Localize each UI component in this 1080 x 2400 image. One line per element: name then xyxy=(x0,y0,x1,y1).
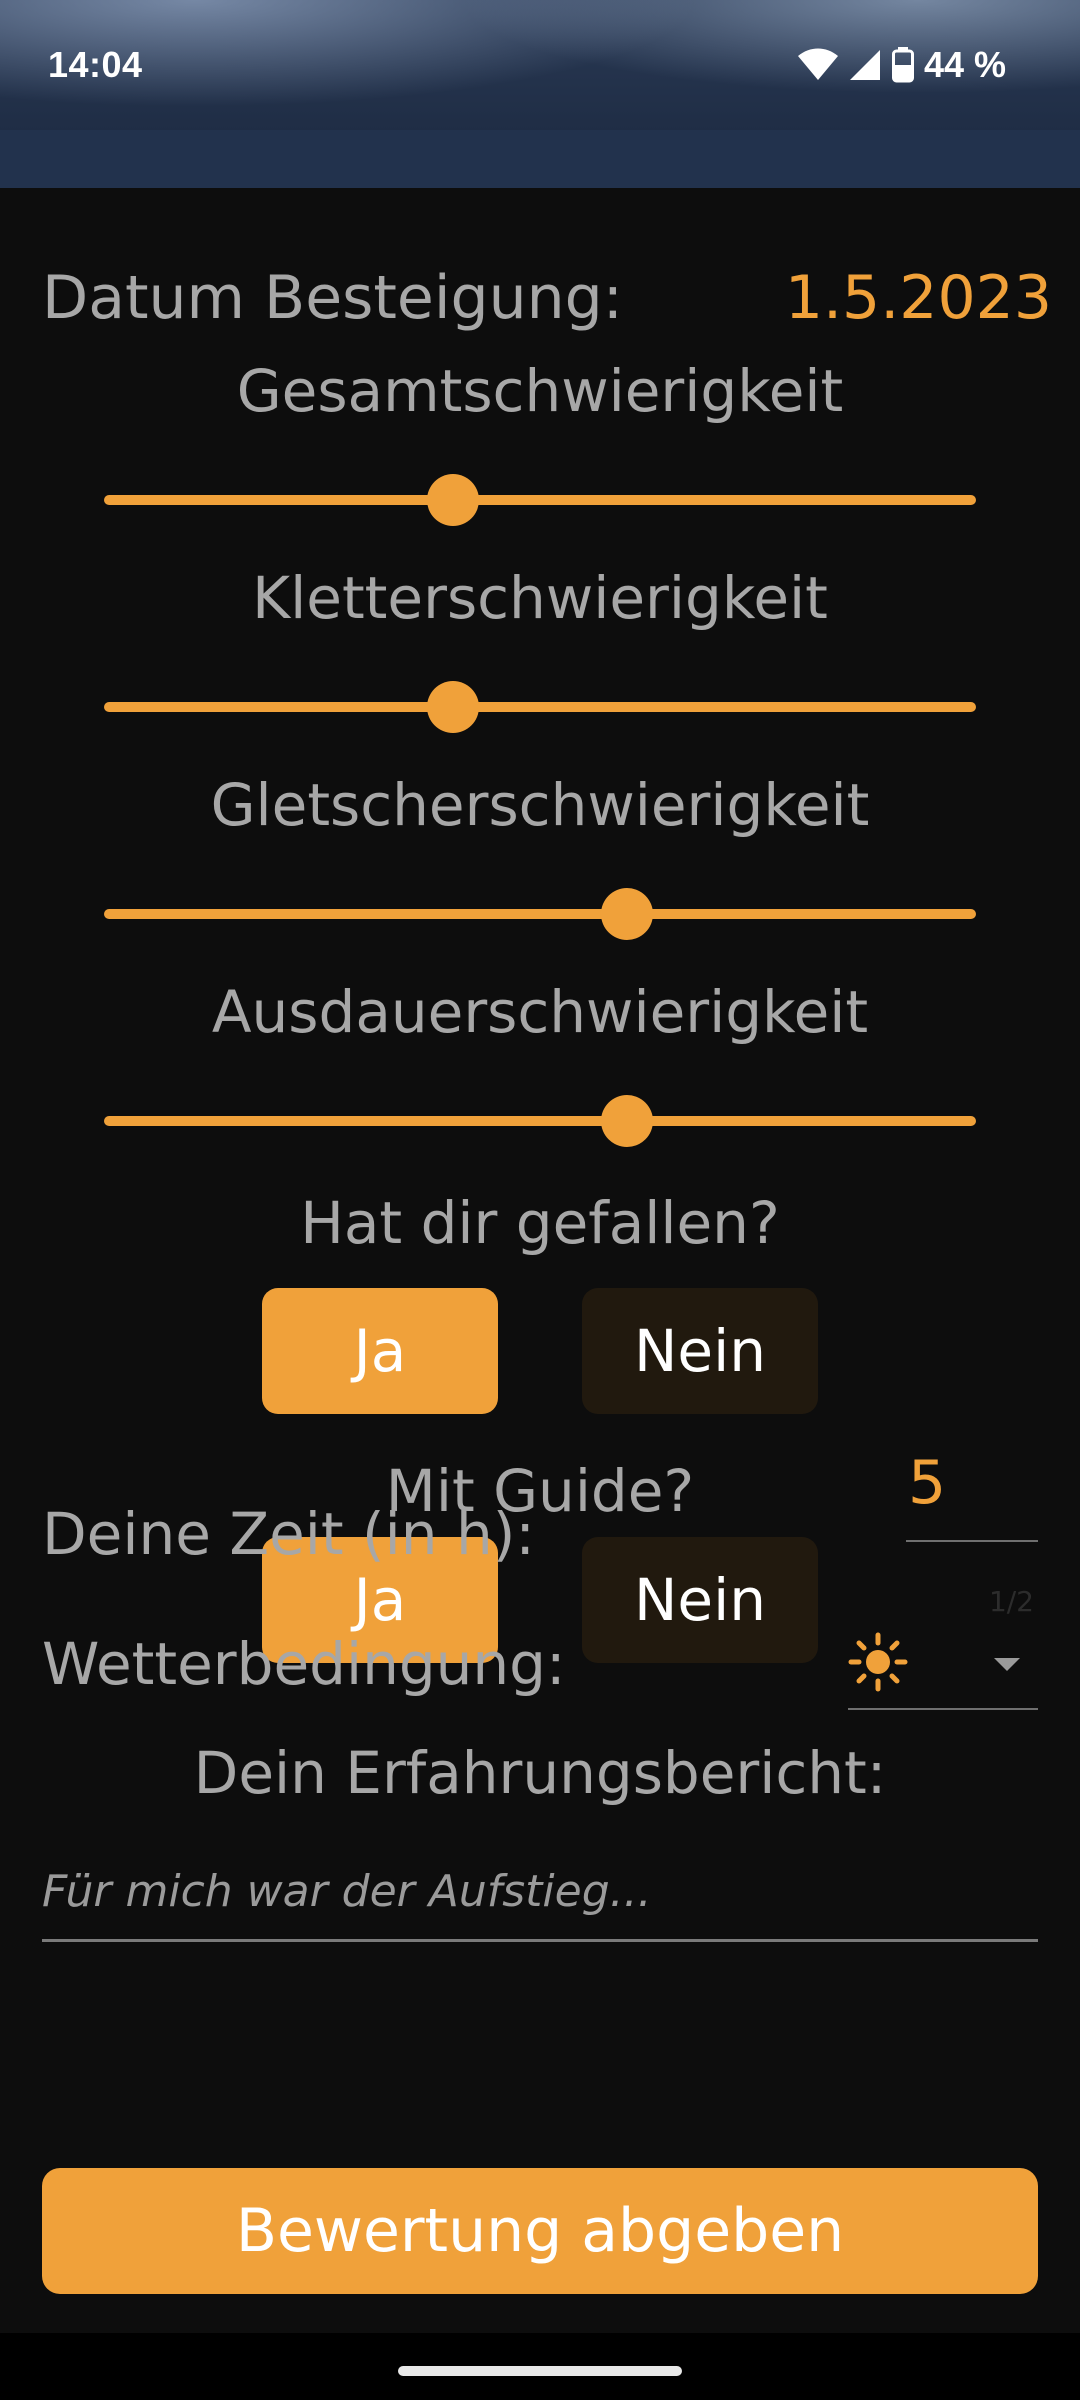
status-time: 14:04 xyxy=(48,44,143,85)
slider-thumb[interactable] xyxy=(601,1095,654,1147)
status-bar: 14:04 44 % xyxy=(0,0,1080,130)
report-placeholder: Für mich war der Aufstieg... xyxy=(42,1866,652,1917)
slider-thumb[interactable] xyxy=(426,681,479,733)
slider-title-overall: Gesamtschwierigkeit xyxy=(236,357,844,425)
time-label: Deine Zeit (in h): xyxy=(42,1500,535,1568)
liked-no-button[interactable]: Nein xyxy=(582,1288,818,1414)
guide-no-button[interactable]: Nein xyxy=(582,1537,818,1663)
status-icons: 44 % xyxy=(797,44,1006,86)
date-row: Datum Besteigung: 1.5.2023 xyxy=(42,258,1052,338)
weather-dropdown[interactable] xyxy=(848,1630,1038,1710)
battery-percentage: 44 % xyxy=(923,44,1006,85)
slider-thumb[interactable] xyxy=(601,888,654,940)
time-input-value: 5 xyxy=(908,1448,947,1518)
time-input[interactable]: 5 xyxy=(906,1448,1038,1542)
slider-track xyxy=(104,495,976,505)
liked-toggle-group: Ja Nein xyxy=(0,1288,1080,1414)
report-label: Dein Erfahrungsbericht: xyxy=(193,1739,887,1807)
submit-rating-button[interactable]: Bewertung abgeben xyxy=(42,2168,1038,2294)
slider-overall-difficulty[interactable] xyxy=(104,474,976,526)
date-label: Datum Besteigung: xyxy=(42,263,623,333)
signal-icon xyxy=(849,50,880,80)
slider-title-glacier: Gletscherschwierigkeit xyxy=(210,771,870,839)
header-band xyxy=(0,130,1080,188)
slider-climbing-difficulty[interactable] xyxy=(104,681,976,733)
slider-track xyxy=(104,909,976,919)
battery-icon xyxy=(891,47,914,83)
liked-yes-button[interactable]: Ja xyxy=(262,1288,498,1414)
slider-track xyxy=(104,702,976,712)
date-picker[interactable]: 1.5.2023 xyxy=(785,258,1052,338)
weather-label: Wetterbedingung: xyxy=(42,1630,566,1698)
liked-question: Hat dir gefallen? xyxy=(300,1189,780,1257)
time-input-counter: 1/2 xyxy=(988,1585,1034,1618)
sun-icon xyxy=(848,1632,908,1692)
system-navigation-bar xyxy=(0,2333,1080,2400)
wifi-icon xyxy=(797,48,838,80)
home-indicator[interactable] xyxy=(398,2366,682,2376)
rating-form-sheet: Datum Besteigung: 1.5.2023 Gesamtschwier… xyxy=(0,188,1080,2333)
slider-thumb[interactable] xyxy=(426,474,479,526)
slider-glacier-difficulty[interactable] xyxy=(104,888,976,940)
report-textarea[interactable]: Für mich war der Aufstieg... xyxy=(42,1860,1038,1942)
slider-track xyxy=(104,1116,976,1126)
chevron-down-icon xyxy=(994,1658,1020,1671)
slider-title-climbing: Kletterschwierigkeit xyxy=(252,564,828,632)
slider-title-endurance: Ausdauerschwierigkeit xyxy=(211,978,869,1046)
slider-endurance-difficulty[interactable] xyxy=(104,1095,976,1147)
